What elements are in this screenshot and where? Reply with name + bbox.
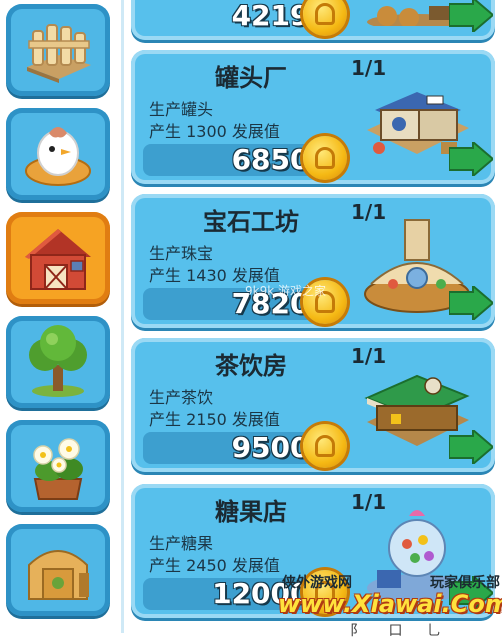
watermark-right-text: 玩家俱乐部 [430,575,500,591]
watermark-left-text: 侠外游戏网 [282,575,352,591]
card-value-line: 产生 2450 发展值 [149,556,280,575]
coin-icon [303,136,347,180]
green-arrow-icon [449,430,493,464]
card-value-line: 产生 1300 发展值 [149,122,280,141]
category-chicken-button[interactable] [6,108,110,200]
fence-icon [27,24,91,83]
card-produce-line: 生产珠宝 [149,244,214,263]
building-card-top[interactable]: 42195 [131,0,495,40]
card-title: 茶饮房 [215,352,287,380]
category-shed-button[interactable] [6,524,110,616]
category-fence-button[interactable] [6,4,110,96]
category-tree-button[interactable] [6,316,110,408]
coin-icon [303,424,347,468]
card-produce-line: 生产糖果 [149,534,214,553]
card-value-line: 产生 2150 发展值 [149,410,280,429]
barn-icon [25,229,91,290]
site-watermark: 侠外游戏网 玩家俱乐部 www.Xiawai.Com 阝 口 乚 [270,572,502,639]
building-card-jewelry[interactable]: 宝石工坊 生产珠宝 产生 1430 发展值 78200 1/1 [131,194,495,328]
watermark-bottom-glyphs: 阝 口 乚 [350,623,451,639]
chicken-nest-icon [25,127,91,186]
coin-icon [303,0,347,36]
card-produce-line: 生产罐头 [149,100,214,119]
flower-pot-icon [33,438,83,500]
card-title: 罐头厂 [215,64,287,92]
building-card-tea-house[interactable]: 茶饮房 生产茶饮 产生 2150 发展值 95000 1/1 [131,338,495,472]
category-sidebar [0,0,122,633]
watermark-main-text: www.Xiawai.Com [278,590,502,618]
card-title: 糖果店 [215,498,287,526]
green-arrow-icon [449,142,493,176]
card-title: 宝石工坊 [203,208,299,236]
shed-icon [28,550,89,600]
sidebar-divider [121,0,124,633]
category-flower-button[interactable] [6,420,110,512]
green-arrow-icon [449,286,493,320]
card-produce-line: 生产茶饮 [149,388,214,407]
green-arrow-icon [449,0,493,32]
center-watermark: 9k9k 游戏之家 [245,284,326,298]
tree-icon [29,325,87,397]
building-card-cannery[interactable]: 罐头厂 生产罐头 产生 1300 发展值 68500 1/1 [131,50,495,184]
category-barn-button[interactable] [6,212,110,304]
